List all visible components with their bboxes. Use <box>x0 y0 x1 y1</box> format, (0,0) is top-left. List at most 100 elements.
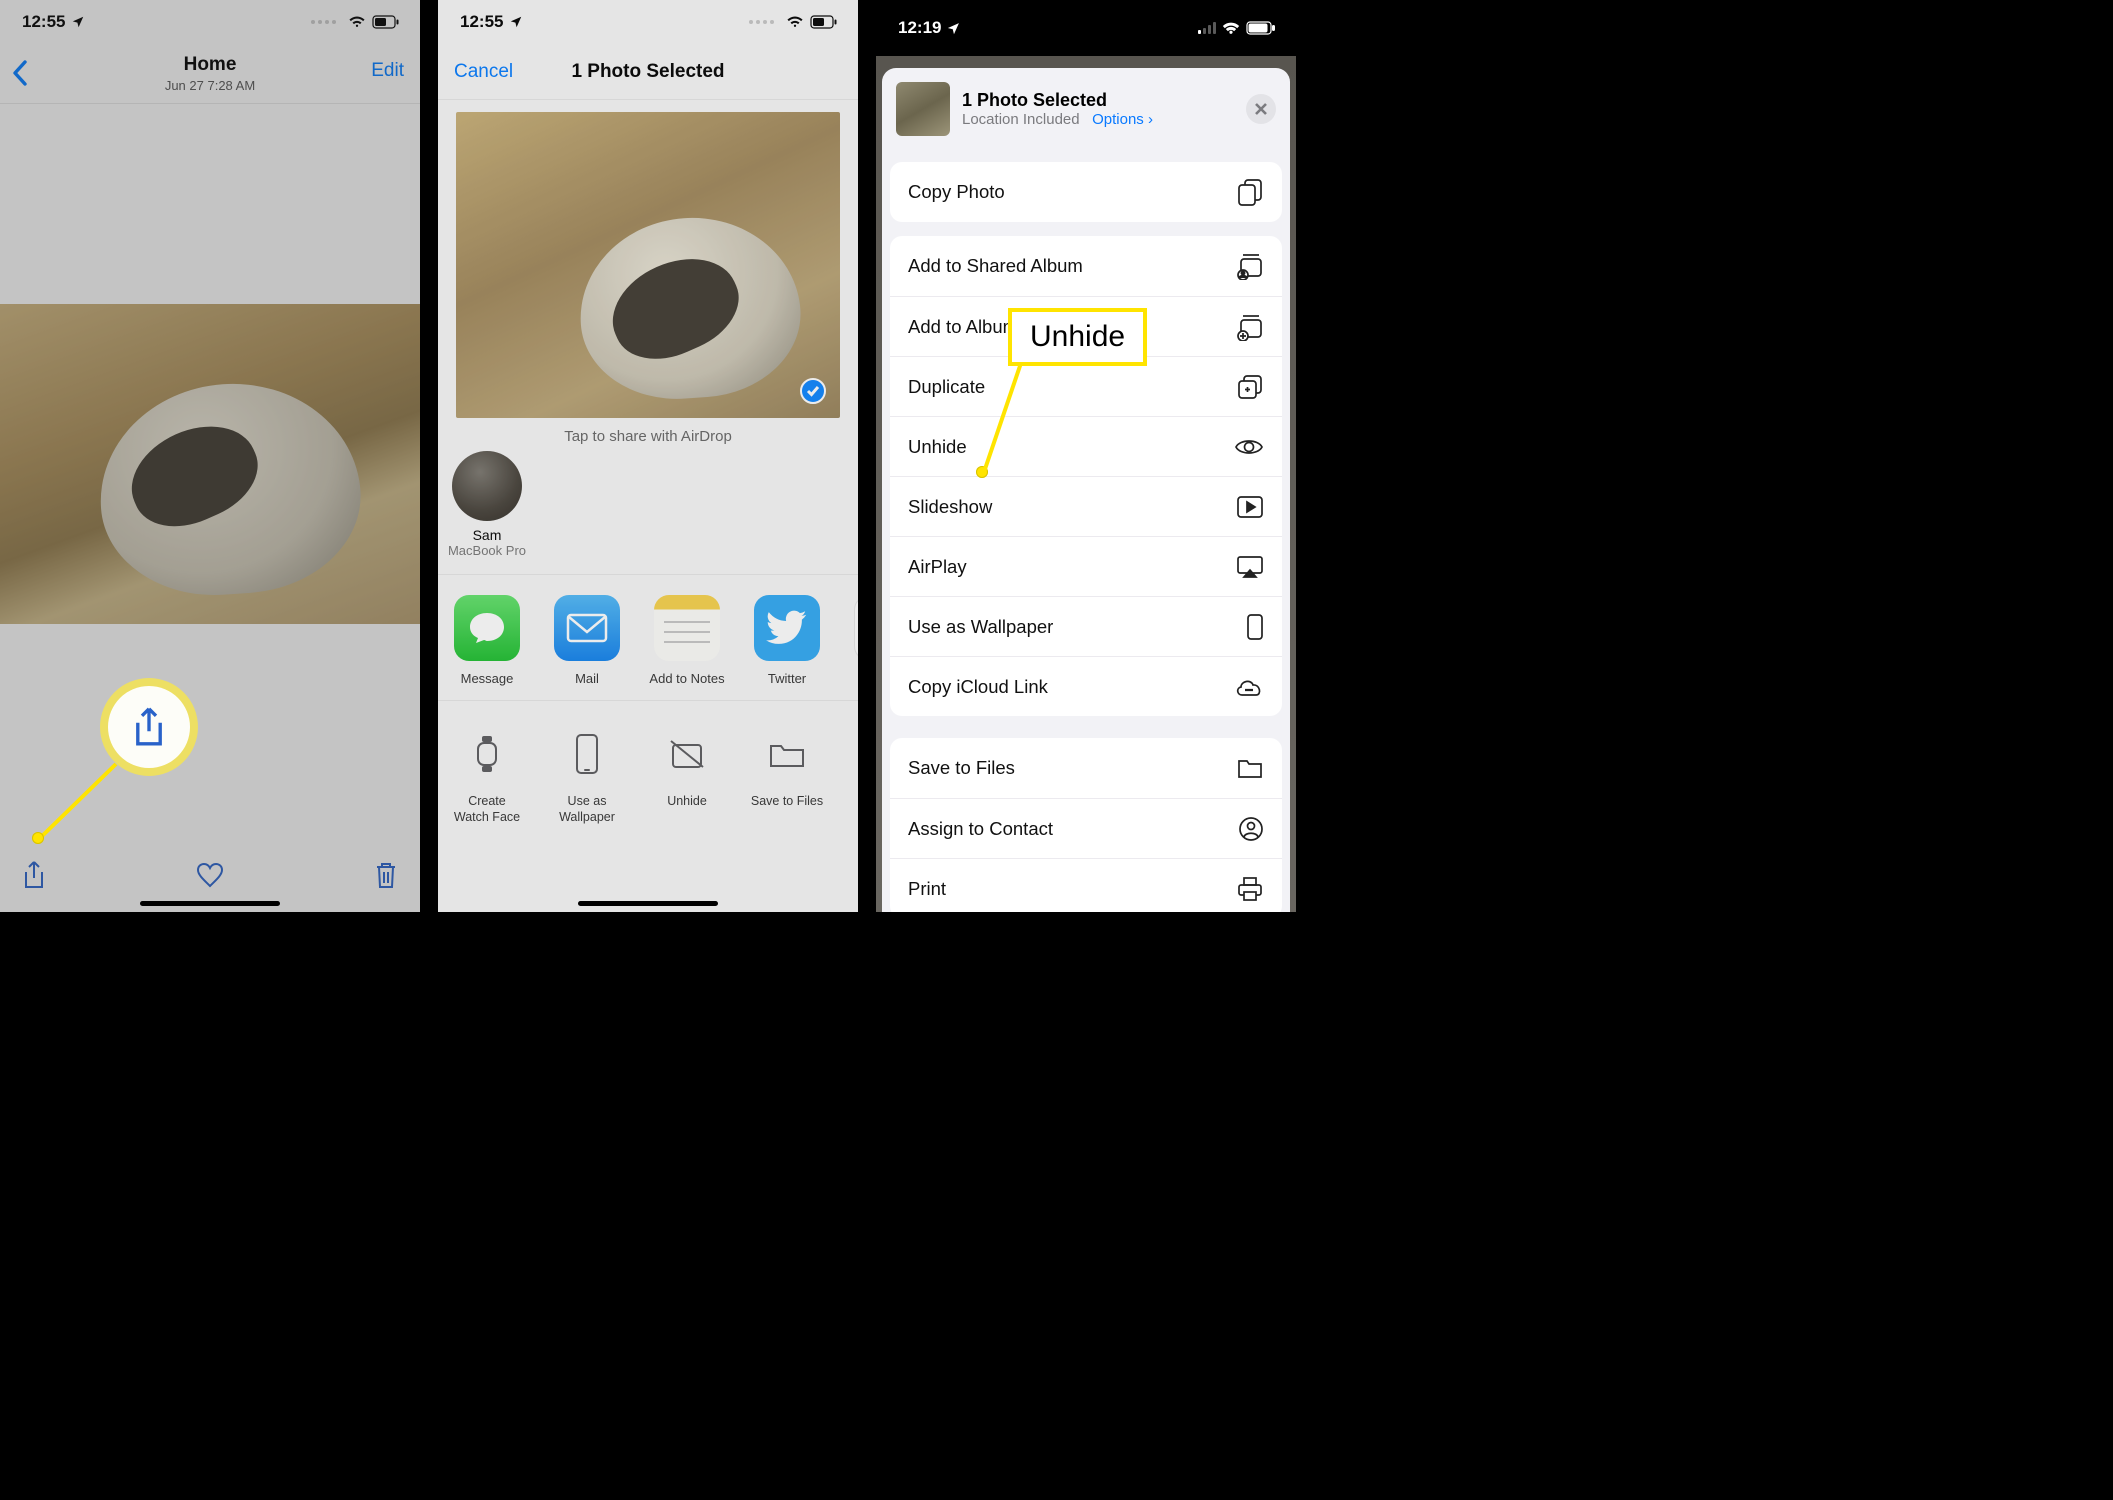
phone-icon <box>556 723 618 785</box>
action-use-as-wallpaper[interactable]: Use as Wallpaper <box>546 723 628 826</box>
status-time: 12:19 <box>898 18 941 38</box>
list-group-3: Save to Files Assign to Contact Print <box>890 738 1282 912</box>
evernote-icon <box>854 595 858 661</box>
watch-icon <box>456 723 518 785</box>
share-app-twitter[interactable]: Twitter <box>746 595 828 686</box>
folder-icon <box>756 723 818 785</box>
airplay-icon <box>1236 555 1264 579</box>
row-icloud-link[interactable]: Copy iCloud Link <box>890 656 1282 716</box>
row-wallpaper[interactable]: Use as Wallpaper <box>890 596 1282 656</box>
play-icon <box>1236 495 1264 519</box>
share-app-evernote[interactable]: Evernote <box>846 595 858 686</box>
airdrop-contact[interactable]: Sam MacBook Pro <box>442 451 532 558</box>
sheet-header: 1 Photo Selected Location Included Optio… <box>882 68 1290 148</box>
duplicate-icon <box>856 723 858 785</box>
twitter-icon <box>754 595 820 661</box>
cellular-icon <box>1198 22 1216 34</box>
page-dots-icon <box>311 20 336 24</box>
eye-icon <box>1234 436 1264 458</box>
wifi-icon <box>348 15 366 29</box>
folder-icon <box>1236 756 1264 780</box>
row-print[interactable]: Print <box>890 858 1282 912</box>
sheet-subtitle: Location Included <box>962 111 1080 128</box>
unhide-icon <box>656 723 718 785</box>
edit-button[interactable]: Edit <box>371 60 404 82</box>
location-icon <box>947 22 960 35</box>
home-indicator[interactable] <box>140 901 280 906</box>
mail-icon <box>554 595 620 661</box>
panel-share-sheet-legacy: 12:55 Cancel 1 Photo Selected Tap to sha… <box>438 0 858 912</box>
add-album-icon <box>1236 313 1264 341</box>
battery-icon <box>1246 21 1276 35</box>
contact-device: MacBook Pro <box>448 543 526 558</box>
print-icon <box>1236 876 1264 902</box>
page-title: Home <box>165 54 255 76</box>
duplicate-icon <box>1236 373 1264 401</box>
selected-photo-thumbnail[interactable] <box>456 112 840 418</box>
battery-icon <box>810 15 838 29</box>
status-bar: 12:55 <box>0 0 420 44</box>
share-button[interactable] <box>22 860 46 895</box>
nav-bar: Cancel 1 Photo Selected <box>438 44 858 100</box>
row-copy-photo[interactable]: Copy Photo <box>890 162 1282 222</box>
shared-album-icon <box>1236 252 1264 280</box>
annotation-share-circle <box>108 686 190 768</box>
cancel-button[interactable]: Cancel <box>454 61 513 83</box>
back-button[interactable] <box>12 60 28 91</box>
panel-photo-detail: 12:55 Home Jun 27 7:28 AM Edit <box>0 0 420 912</box>
favorite-button[interactable] <box>196 862 224 893</box>
nav-bar: Home Jun 27 7:28 AM Edit <box>0 44 420 104</box>
annotation-unhide-label: Unhide <box>1008 308 1147 366</box>
share-app-mail[interactable]: Mail <box>546 595 628 686</box>
row-slideshow[interactable]: Slideshow <box>890 476 1282 536</box>
sheet-title: 1 Photo Selected <box>962 90 1234 111</box>
annotation-line <box>978 356 1028 476</box>
list-group-1: Copy Photo <box>890 162 1282 222</box>
contact-icon <box>1238 816 1264 842</box>
page-title: 1 Photo Selected <box>571 61 724 83</box>
action-create-watch-face[interactable]: Create Watch Face <box>446 723 528 826</box>
trash-button[interactable] <box>374 861 398 894</box>
thumbnail <box>896 82 950 136</box>
annotation-line <box>32 758 122 848</box>
page-dots-icon <box>749 20 774 24</box>
status-time: 12:55 <box>22 12 65 32</box>
share-apps-row: Message Mail Add to Notes Twitter Everno… <box>438 574 858 701</box>
selection-check-icon <box>800 378 826 404</box>
panel-share-sheet-modern: 12:19 1 Photo Selected Location Included… <box>876 0 1296 912</box>
row-save-to-files[interactable]: Save to Files <box>890 738 1282 798</box>
location-icon <box>509 15 523 29</box>
share-app-message[interactable]: Message <box>446 595 528 686</box>
wifi-icon <box>1222 22 1240 35</box>
share-actions-row: Create Watch Face Use as Wallpaper Unhid… <box>438 701 858 836</box>
phone-icon <box>1246 613 1264 641</box>
share-sheet: 1 Photo Selected Location Included Optio… <box>882 68 1290 912</box>
notes-icon <box>654 595 720 661</box>
action-duplicate[interactable]: Duplicate <box>846 723 858 826</box>
status-bar: 12:55 <box>438 0 858 44</box>
wifi-icon <box>786 15 804 29</box>
share-app-notes[interactable]: Add to Notes <box>646 595 728 686</box>
home-indicator[interactable] <box>578 901 718 906</box>
row-airplay[interactable]: AirPlay <box>890 536 1282 596</box>
cloud-link-icon <box>1234 676 1264 698</box>
action-unhide[interactable]: Unhide <box>646 723 728 826</box>
photo-preview[interactable] <box>0 304 420 624</box>
row-assign-contact[interactable]: Assign to Contact <box>890 798 1282 858</box>
location-icon <box>71 15 85 29</box>
battery-icon <box>372 15 400 29</box>
airdrop-hint: Tap to share with AirDrop <box>438 428 858 445</box>
options-button[interactable]: Options › <box>1092 111 1153 128</box>
contact-name: Sam <box>473 527 502 543</box>
action-save-to-files[interactable]: Save to Files <box>746 723 828 826</box>
status-bar: 12:19 <box>876 0 1296 56</box>
close-button[interactable] <box>1246 94 1276 124</box>
row-unhide[interactable]: Unhide <box>890 416 1282 476</box>
status-time: 12:55 <box>460 12 503 32</box>
message-icon <box>454 595 520 661</box>
copy-icon <box>1236 177 1264 207</box>
row-add-shared-album[interactable]: Add to Shared Album <box>890 236 1282 296</box>
avatar <box>452 451 522 521</box>
annotation-dot <box>32 832 44 844</box>
page-subtitle: Jun 27 7:28 AM <box>165 78 255 93</box>
